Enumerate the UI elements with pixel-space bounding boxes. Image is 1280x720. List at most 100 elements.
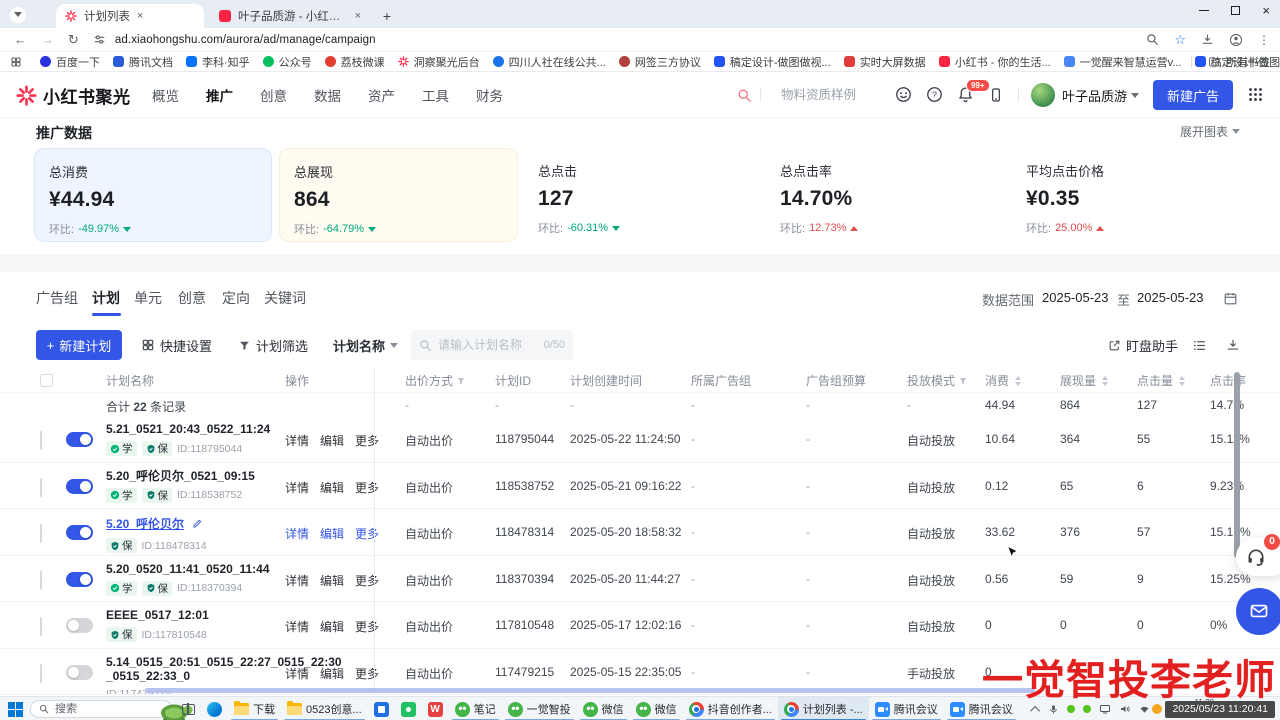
calendar-icon[interactable] <box>1223 290 1238 306</box>
stat-card-ctr[interactable]: 总点击率 14.70% 环比:12.73% <box>766 148 1004 242</box>
app-logo[interactable]: 小红书聚光 <box>16 83 131 108</box>
edit-link[interactable]: 编辑 <box>320 479 344 496</box>
scrollbar-thumb[interactable] <box>1234 372 1240 558</box>
edit-link[interactable]: 编辑 <box>320 572 344 589</box>
quick-settings-button[interactable]: 快捷设置 <box>141 330 212 360</box>
bookmark-item[interactable]: 网签三方协议 <box>619 54 701 70</box>
taskbar-search-input[interactable] <box>55 703 125 715</box>
nav-item-overview[interactable]: 概览 <box>152 85 179 105</box>
download-icon[interactable] <box>1226 330 1240 360</box>
column-header-cost[interactable]: 消费 <box>985 372 1021 389</box>
stat-card-total-clicks[interactable]: 总点击 127 环比:-60.31% <box>524 148 762 242</box>
funnel-icon[interactable] <box>958 376 968 386</box>
taskbar-search[interactable] <box>30 700 172 718</box>
column-header-created[interactable]: 计划创建时间 <box>570 372 642 389</box>
column-header-clicks[interactable]: 点击量 <box>1137 372 1185 389</box>
taskbar-item-downloads[interactable]: 下载 <box>228 697 281 720</box>
new-ad-button[interactable]: 新建广告 <box>1153 80 1233 110</box>
taskbar-item-wechat[interactable]: 笔记 <box>449 697 502 720</box>
row-checkbox[interactable] <box>40 479 42 497</box>
taskbar-item-edge[interactable] <box>201 697 228 720</box>
row-checkbox[interactable] <box>40 618 42 636</box>
task-view-button[interactable] <box>176 697 201 720</box>
bookmark-item[interactable]: 百度一下 <box>40 54 100 70</box>
material-search-input[interactable] <box>781 88 877 102</box>
account-name[interactable]: 叶子品质游 <box>1062 86 1127 105</box>
chevron-down-icon[interactable] <box>1131 93 1139 98</box>
plan-filter-button[interactable]: 计划筛选 <box>238 330 308 360</box>
taskbar-item-folder[interactable]: 0523创意... <box>281 697 368 720</box>
taskbar-item-wps[interactable]: W <box>422 697 449 720</box>
more-link[interactable]: 更多 <box>355 665 379 682</box>
bookmark-item[interactable]: 小红书 - 你的生活... <box>939 54 1051 70</box>
edit-link[interactable]: 编辑 <box>320 665 344 682</box>
column-settings-icon[interactable] <box>1192 330 1207 360</box>
message-fab-button[interactable] <box>1236 588 1280 635</box>
account-avatar[interactable] <box>1031 83 1055 107</box>
column-header-mode[interactable]: 投放模式 <box>907 372 968 389</box>
site-info-icon[interactable] <box>93 31 106 49</box>
search-field-dropdown[interactable]: 计划名称 <box>333 330 398 360</box>
taskbar-item-wechat[interactable]: 微信 <box>630 697 683 720</box>
rename-pencil-icon[interactable] <box>192 518 203 529</box>
stat-card-total-impressions[interactable]: 总展现 864 环比:-64.79% <box>279 148 518 242</box>
sort-icon[interactable] <box>1179 376 1185 386</box>
tab-close-icon[interactable]: × <box>137 11 143 22</box>
more-link[interactable]: 更多 <box>355 572 379 589</box>
help-icon[interactable] <box>926 86 943 104</box>
more-link[interactable]: 更多 <box>355 618 379 635</box>
nav-item-assets[interactable]: 资产 <box>368 85 395 105</box>
more-link[interactable]: 更多 <box>355 479 379 496</box>
monitor-assistant-button[interactable]: 盯盘助手 <box>1108 330 1178 360</box>
detail-link[interactable]: 详情 <box>285 618 309 635</box>
plan-toggle-off[interactable] <box>66 665 93 680</box>
detail-link[interactable]: 详情 <box>285 665 309 682</box>
select-all-checkbox[interactable] <box>40 374 53 387</box>
column-header-budget[interactable]: 广告组预算 <box>806 372 866 389</box>
sort-icon[interactable] <box>1102 376 1108 386</box>
edit-link[interactable]: 编辑 <box>320 525 344 542</box>
tab-search-button[interactable] <box>10 7 26 23</box>
sort-icon[interactable] <box>1015 376 1021 386</box>
downloads-icon[interactable] <box>1201 33 1214 46</box>
new-plan-button[interactable]: + 新建计划 <box>36 330 122 360</box>
plan-search-input[interactable] <box>438 338 530 352</box>
url-text[interactable]: ad.xiaohongshu.com/aurora/ad/manage/camp… <box>115 34 376 46</box>
column-header-ctr[interactable]: 点击率 <box>1210 372 1246 389</box>
zoom-icon[interactable] <box>1146 33 1159 46</box>
taskbar-item-chrome-active[interactable]: 计划列表 -... <box>778 697 869 720</box>
taskbar-item-app[interactable] <box>395 697 422 720</box>
browser-tab-active[interactable]: 计划列表 × <box>56 4 204 28</box>
nav-item-promotion[interactable]: 推广 <box>206 85 233 105</box>
expand-chart-button[interactable]: 展开图表 <box>1180 123 1240 140</box>
tray-expand-icon[interactable] <box>1030 705 1040 715</box>
stat-card-total-cost[interactable]: 总消费 ¥44.94 环比:-49.97% <box>34 148 272 242</box>
bookmark-item[interactable]: 李科·知乎 <box>186 54 250 70</box>
nav-item-tools[interactable]: 工具 <box>422 85 449 105</box>
taskbar-item-chrome[interactable]: 抖音创作者... <box>683 697 778 720</box>
taskbar-item-app[interactable] <box>368 697 395 720</box>
wechat-tray-icon[interactable] <box>1067 705 1075 713</box>
row-checkbox[interactable] <box>40 525 42 543</box>
bookmark-item[interactable]: 洞察聚光后台 <box>398 54 480 70</box>
forward-button[interactable]: → <box>41 32 54 47</box>
nav-item-data[interactable]: 数据 <box>314 85 341 105</box>
more-link[interactable]: 更多 <box>355 432 379 449</box>
plan-toggle-off[interactable] <box>66 618 93 633</box>
customer-support-button[interactable]: 0 <box>1236 538 1280 576</box>
column-header-bid[interactable]: 出价方式 <box>405 372 466 389</box>
funnel-icon[interactable] <box>456 376 466 386</box>
reload-button[interactable]: ↻ <box>68 32 79 48</box>
start-button[interactable] <box>8 702 23 717</box>
column-header-group[interactable]: 所属广告组 <box>691 372 751 389</box>
nav-item-creative[interactable]: 创意 <box>260 85 287 105</box>
window-close-button[interactable]: × <box>1262 4 1270 17</box>
all-bookmarks-button[interactable]: 所有书签 <box>1191 54 1270 70</box>
bookmark-item[interactable]: 公众号 <box>263 54 312 70</box>
row-checkbox[interactable] <box>40 432 42 450</box>
detail-link[interactable]: 详情 <box>285 432 309 449</box>
nav-item-finance[interactable]: 财务 <box>476 85 503 105</box>
plan-toggle-on[interactable] <box>66 479 93 494</box>
column-header-impressions[interactable]: 展现量 <box>1060 372 1108 389</box>
date-start[interactable]: 2025-05-23 <box>1042 290 1109 305</box>
